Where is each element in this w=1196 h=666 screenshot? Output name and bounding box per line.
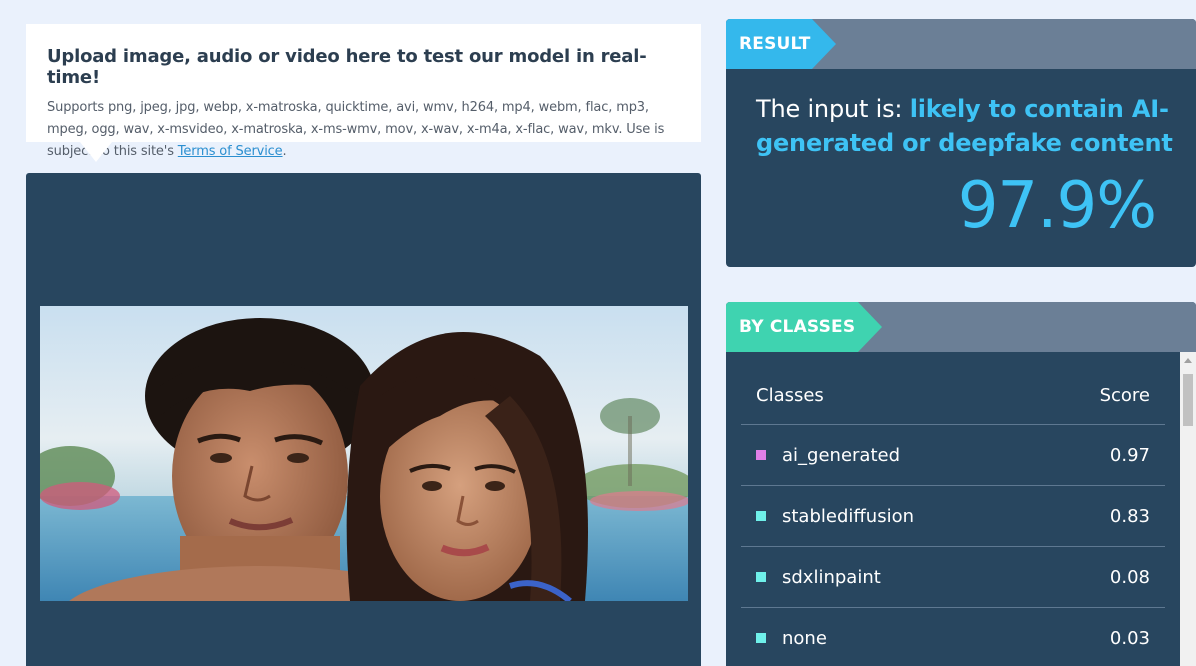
result-panel: RESULT The input is: likely to contain A… (726, 19, 1196, 267)
class-name: none (782, 627, 827, 649)
class-score: 0.83 (1109, 505, 1150, 527)
verdict-prefix: The input is: (756, 95, 910, 123)
table-row: sdxlinpaint 0.08 (741, 546, 1165, 607)
classes-tag: BY CLASSES (726, 302, 882, 352)
class-color-swatch (756, 511, 766, 521)
class-name: ai_generated (782, 444, 901, 466)
uploaded-image (40, 306, 688, 601)
class-name: sdxlinpaint (782, 566, 881, 588)
result-tag: RESULT (726, 19, 836, 69)
result-header: RESULT (726, 19, 1196, 69)
terms-of-service-link[interactable]: Terms of Service (178, 144, 283, 159)
class-score: 0.08 (1109, 566, 1150, 588)
class-color-swatch (756, 633, 766, 643)
column-header-score: Score (1099, 385, 1150, 406)
class-name: stablediffusion (782, 505, 915, 527)
supported-formats-text: Supports png, jpeg, jpg, webp, x-matrosk… (47, 100, 665, 159)
table-row: ai_generated 0.97 (741, 424, 1165, 485)
column-header-classes: Classes (756, 385, 824, 406)
class-color-swatch (756, 450, 766, 460)
tos-suffix: . (282, 144, 287, 159)
upload-description: Supports png, jpeg, jpg, webp, x-matrosk… (47, 97, 680, 163)
classes-panel: BY CLASSES Classes Score ai_generated 0.… (726, 302, 1196, 666)
image-dropzone[interactable] (26, 173, 701, 666)
upload-info-box: Upload image, audio or video here to tes… (26, 24, 701, 162)
class-score: 0.03 (1109, 627, 1150, 649)
upload-title: Upload image, audio or video here to tes… (47, 46, 647, 88)
classes-header: BY CLASSES (726, 302, 1196, 352)
table-row: stablediffusion 0.83 (741, 485, 1165, 546)
scroll-up-arrow-icon[interactable] (1184, 358, 1192, 363)
scrollbar-thumb[interactable] (1183, 374, 1193, 426)
class-score: 0.97 (1109, 444, 1150, 466)
classes-table: ai_generated 0.97 stablediffusion 0.83 s… (741, 424, 1165, 666)
class-color-swatch (756, 572, 766, 582)
verdict-text: The input is: likely to contain AI-gener… (756, 92, 1176, 160)
confidence-percent: 97.9% (957, 169, 1157, 243)
table-row: none 0.03 (741, 607, 1165, 666)
classes-table-header: Classes Score (756, 385, 1150, 406)
scrollbar[interactable] (1180, 352, 1196, 666)
